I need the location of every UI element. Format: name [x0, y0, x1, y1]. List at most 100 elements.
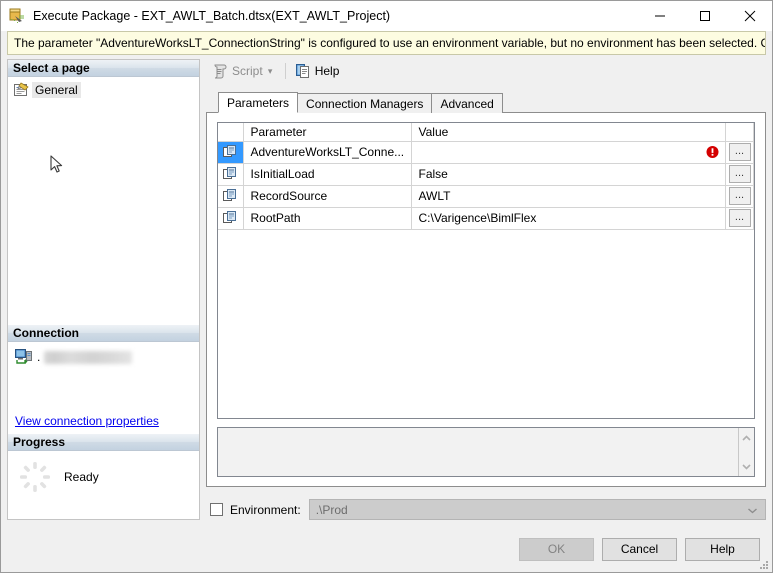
browse-ellipsis-button[interactable]: ... — [728, 165, 751, 183]
tab-strip: Parameters Connection Managers Advanced — [206, 92, 766, 113]
tab-parameters-label: Parameters — [227, 95, 290, 110]
minimize-button[interactable] — [637, 1, 682, 30]
cell-parameter-value[interactable] — [411, 141, 726, 164]
cell-browse-button[interactable]: ... — [725, 185, 754, 208]
server-connection-icon — [14, 348, 34, 366]
parameter-icon — [222, 166, 238, 182]
view-connection-properties-link[interactable]: View connection properties — [15, 414, 159, 428]
column-header-icon — [218, 123, 244, 142]
row-selector-cell[interactable] — [218, 207, 244, 230]
cell-parameter-name[interactable]: RootPath — [243, 207, 412, 230]
script-button[interactable]: Script ▾ — [208, 60, 280, 82]
browse-ellipsis-button[interactable]: ... — [728, 187, 751, 205]
connection-separator: . — [37, 350, 41, 364]
connection-server-name — [44, 350, 133, 364]
cell-browse-button[interactable]: ... — [725, 207, 754, 230]
cancel-button-label: Cancel — [620, 542, 659, 556]
resize-grip-icon[interactable] — [759, 559, 769, 569]
parameters-tab-page: Parameter Value AdventureWorksLT_Conne..… — [206, 112, 766, 487]
caption-buttons — [637, 1, 772, 31]
ok-button[interactable]: OK — [519, 537, 594, 561]
tab-parameters[interactable]: Parameters — [218, 92, 299, 113]
tab-connection-managers[interactable]: Connection Managers — [297, 93, 433, 113]
close-button[interactable] — [727, 1, 772, 30]
cell-parameter-name[interactable]: IsInitialLoad — [243, 163, 412, 186]
parameter-icon — [222, 144, 238, 160]
table-row[interactable]: IsInitialLoad False ... — [218, 163, 754, 186]
browse-ellipsis-button[interactable]: ... — [728, 143, 751, 161]
select-page-header: Select a page — [8, 60, 199, 77]
grid-empty-area — [218, 229, 754, 418]
environment-checkbox[interactable] — [210, 503, 223, 516]
description-panel — [217, 427, 755, 477]
chevron-down-icon[interactable]: ▾ — [265, 66, 276, 77]
execute-package-dialog: Execute Package - EXT_AWLT_Batch.dtsx(EX… — [0, 0, 773, 573]
help-button-label: Help — [710, 542, 735, 556]
warning-bar: The parameter "AdventureWorksLT_Connecti… — [7, 31, 766, 55]
connection-row: . — [8, 342, 199, 366]
right-pane: Script ▾ Help Parameters Connection Mana… — [206, 59, 766, 520]
environment-selected-value: .\Prod — [315, 502, 348, 517]
cell-parameter-name[interactable]: RecordSource — [243, 185, 412, 208]
connection-header: Connection — [8, 325, 199, 342]
mouse-cursor — [50, 155, 64, 175]
help-page-icon — [295, 63, 311, 79]
error-icon — [706, 146, 719, 159]
environment-label: Environment: — [230, 502, 301, 517]
cell-browse-button[interactable]: ... — [725, 141, 754, 164]
parameters-table: Parameter Value AdventureWorksLT_Conne..… — [218, 123, 754, 230]
row-selector-cell[interactable] — [218, 185, 244, 208]
help-button[interactable]: Help — [685, 537, 760, 561]
parameters-grid: Parameter Value AdventureWorksLT_Conne..… — [217, 122, 755, 419]
browse-ellipsis-button[interactable]: ... — [728, 209, 751, 227]
tab-advanced[interactable]: Advanced — [431, 93, 503, 113]
script-button-label: Script — [232, 64, 263, 78]
column-header-actions — [725, 123, 754, 142]
ok-button-label: OK — [547, 542, 566, 556]
progress-header: Progress — [8, 434, 199, 451]
toolbar-separator — [284, 63, 286, 79]
dialog-footer: OK Cancel Help — [1, 526, 772, 572]
tab-advanced-label: Advanced — [440, 96, 494, 111]
left-pane: Select a page General Connection . View … — [7, 59, 200, 520]
table-row[interactable]: RootPath C:\Varigence\BimlFlex ... — [218, 207, 754, 230]
chevron-up-icon[interactable] — [742, 431, 751, 445]
page-general-icon — [13, 81, 29, 98]
row-selector-cell[interactable] — [218, 163, 244, 186]
sidebar-item-general[interactable]: General — [13, 81, 81, 98]
description-text — [218, 428, 738, 476]
cell-parameter-value[interactable]: AWLT — [411, 185, 726, 208]
table-row[interactable]: AdventureWorksLT_Conne... ... — [218, 141, 754, 164]
execute-package-icon — [8, 7, 26, 25]
help-toolbar-label: Help — [314, 64, 340, 78]
cell-parameter-name[interactable]: AdventureWorksLT_Conne... — [243, 141, 412, 164]
connection-body: . View connection properties — [8, 342, 199, 434]
help-toolbar-button[interactable]: Help — [291, 60, 344, 82]
tab-connection-managers-label: Connection Managers — [306, 96, 424, 111]
select-page-body: General — [8, 77, 199, 325]
environment-dropdown[interactable]: .\Prod — [308, 499, 766, 520]
script-icon — [212, 63, 228, 79]
environment-row: Environment: .\Prod — [206, 499, 766, 520]
description-scrollbar[interactable] — [738, 428, 754, 476]
cell-browse-button[interactable]: ... — [725, 163, 754, 186]
warning-text: The parameter "AdventureWorksLT_Connecti… — [14, 36, 765, 50]
cancel-button[interactable]: Cancel — [602, 537, 677, 561]
cell-parameter-value[interactable]: C:\Varigence\BimlFlex — [411, 207, 726, 230]
table-row[interactable]: RecordSource AWLT ... — [218, 185, 754, 208]
window-title: Execute Package - EXT_AWLT_Batch.dtsx(EX… — [33, 9, 391, 23]
progress-body: Ready — [8, 451, 199, 519]
progress-spinner-icon — [18, 460, 52, 494]
chevron-down-icon[interactable] — [747, 503, 758, 517]
progress-status: Ready — [64, 470, 99, 484]
column-header-parameter[interactable]: Parameter — [243, 123, 412, 142]
row-selector-cell[interactable] — [218, 141, 244, 164]
cell-parameter-value[interactable]: False — [411, 163, 726, 186]
sidebar-item-general-label: General — [32, 81, 81, 98]
maximize-button[interactable] — [682, 1, 727, 30]
chevron-down-icon[interactable] — [742, 459, 751, 473]
progress-row: Ready — [8, 451, 199, 494]
column-header-value[interactable]: Value — [411, 123, 726, 142]
dialog-body: Select a page General Connection . View … — [1, 55, 772, 526]
table-header-row: Parameter Value — [218, 123, 754, 142]
